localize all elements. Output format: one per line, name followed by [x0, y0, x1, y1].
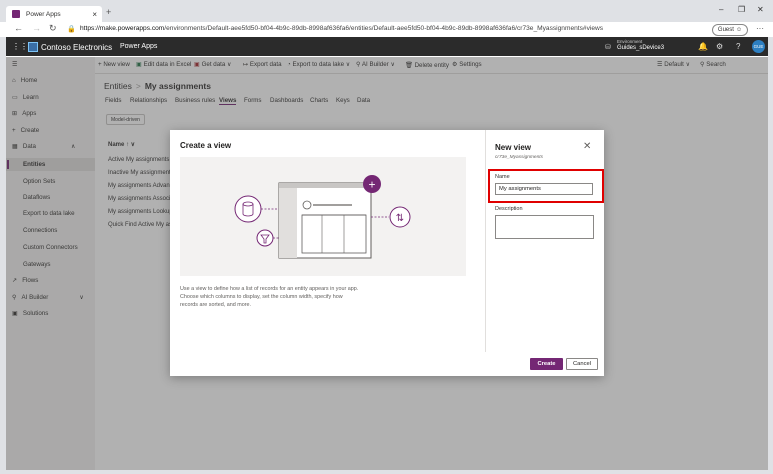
environment-value[interactable]: Guides_sDevice3: [617, 45, 664, 51]
new-tab-button[interactable]: +: [106, 7, 111, 17]
profile-avatar-icon: ☺: [735, 27, 743, 33]
contoso-logo-icon: [28, 42, 38, 52]
svg-text:⇅: ⇅: [396, 213, 404, 224]
browser-menu-icon[interactable]: ···: [756, 24, 764, 33]
cancel-button[interactable]: Cancel: [566, 358, 598, 370]
url-path: /environments/Default-aee5fd50-bf04-4b9c…: [164, 25, 604, 32]
org-name: Contoso Electronics: [41, 42, 113, 52]
window-frame-bottom: [0, 470, 773, 474]
window-frame-right: [768, 37, 773, 474]
environment-icon: ⛁: [605, 44, 611, 51]
panel-subtitle: cr73e_Myassignments: [495, 155, 543, 160]
maximize-icon[interactable]: ❐: [738, 5, 745, 14]
power-apps-favicon-icon: [12, 10, 20, 18]
create-view-illustration: + ⇅: [180, 157, 466, 276]
help-icon[interactable]: ?: [736, 42, 740, 51]
illustration-svg: + ⇅: [234, 175, 411, 259]
dialog-title: Create a view: [180, 141, 232, 150]
panel-title: New view: [495, 143, 532, 152]
browser-tab-bar: [0, 0, 773, 22]
illustration-titlebar: [279, 183, 371, 188]
highlight-box: [488, 169, 604, 203]
avatar[interactable]: GUE: [752, 40, 765, 53]
description-label: Description: [495, 206, 523, 212]
svg-text:+: +: [368, 178, 375, 192]
profile-label: Guest: [717, 27, 734, 33]
notification-bell-icon[interactable]: 🔔: [698, 42, 708, 51]
back-icon[interactable]: ←: [14, 23, 23, 33]
forward-icon[interactable]: →: [32, 23, 41, 33]
product-name[interactable]: Power Apps: [120, 43, 157, 50]
profile-button[interactable]: Guest ☺: [712, 24, 748, 36]
url-host: https://make.powerapps.com: [80, 25, 165, 32]
description-field[interactable]: [495, 215, 594, 239]
org-brand[interactable]: Contoso Electronics: [28, 42, 112, 52]
tab-close-icon[interactable]: ×: [92, 10, 97, 19]
environment-label: Environment: [617, 39, 643, 44]
minimize-icon[interactable]: –: [719, 5, 723, 14]
dialog-description: Use a view to define how a list of recor…: [180, 286, 359, 308]
browser-tab[interactable]: Power Apps ×: [6, 6, 102, 22]
close-icon[interactable]: ✕: [583, 141, 591, 152]
url-input[interactable]: https://make.powerapps.com/environments/…: [80, 25, 603, 32]
illustration-filter-icon: [256, 229, 274, 247]
settings-gear-icon[interactable]: ⚙: [716, 42, 723, 51]
lock-icon: 🔒: [67, 26, 76, 33]
refresh-icon[interactable]: ↻: [49, 23, 57, 34]
create-button[interactable]: Create: [530, 358, 563, 370]
illustration-sidebar: [279, 188, 297, 258]
tab-title: Power Apps: [26, 10, 61, 18]
window-close-icon[interactable]: ✕: [757, 5, 764, 14]
dialog-divider: [485, 130, 486, 352]
illustration-database-icon: [234, 195, 262, 223]
